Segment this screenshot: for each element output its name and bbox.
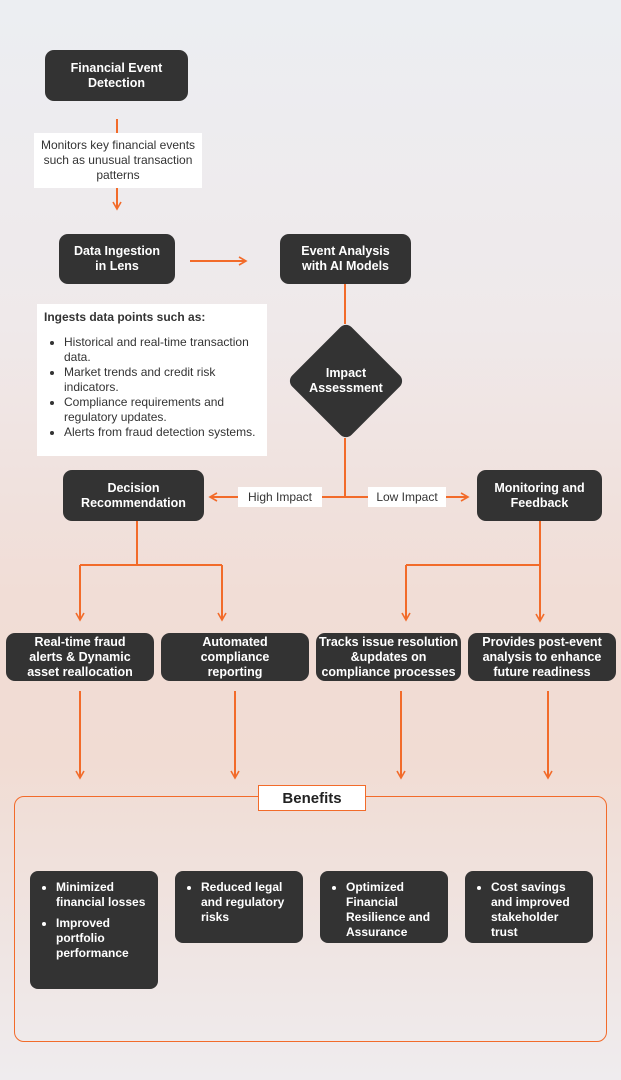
ingest-heading: Ingests data points such as: bbox=[44, 310, 206, 324]
node-impact-assessment: Impact Assessment bbox=[286, 321, 406, 441]
node-data-ingestion: Data Ingestion in Lens bbox=[59, 234, 175, 284]
node-decision-recommendation: Decision Recommendation bbox=[63, 470, 204, 521]
outcome-fraud-alerts: Real-time fraud alerts & Dynamic asset r… bbox=[6, 633, 154, 681]
benefit-item: Improved portfolio performance bbox=[56, 916, 150, 961]
node-financial-event-detection: Financial Event Detection bbox=[45, 50, 188, 101]
ingest-item: Compliance requirements and regulatory u… bbox=[64, 395, 261, 425]
benefit-list: Minimized financial losses Improved port… bbox=[30, 880, 150, 961]
impact-assessment-label: Impact Assessment bbox=[309, 366, 383, 395]
benefit-card: Optimized Financial Resilience and Assur… bbox=[320, 871, 448, 943]
benefit-card: Minimized financial losses Improved port… bbox=[30, 871, 158, 989]
benefit-card: Reduced legal and regulatory risks bbox=[175, 871, 303, 943]
label-monitors: Monitors key financial events such as un… bbox=[34, 133, 202, 188]
benefit-list: Reduced legal and regulatory risks bbox=[175, 880, 295, 925]
label-low-impact: Low Impact bbox=[368, 487, 446, 507]
benefit-card: Cost savings and improved stakeholder tr… bbox=[465, 871, 593, 943]
benefit-list: Optimized Financial Resilience and Assur… bbox=[320, 880, 440, 940]
benefit-item: Minimized financial losses bbox=[56, 880, 150, 910]
outcome-post-event-analysis: Provides post-event analysis to enhance … bbox=[468, 633, 616, 681]
ingest-list: Historical and real-time transaction dat… bbox=[44, 335, 261, 440]
ingest-item: Historical and real-time transaction dat… bbox=[64, 335, 261, 365]
node-monitoring-feedback: Monitoring and Feedback bbox=[477, 470, 602, 521]
benefit-item: Cost savings and improved stakeholder tr… bbox=[491, 880, 585, 940]
ingest-item: Alerts from fraud detection systems. bbox=[64, 425, 261, 440]
label-high-impact: High Impact bbox=[238, 487, 322, 507]
benefits-title: Benefits bbox=[258, 785, 366, 811]
ingest-data-points-panel: Ingests data points such as: Historical … bbox=[37, 304, 267, 456]
node-event-analysis: Event Analysis with AI Models bbox=[280, 234, 411, 284]
benefit-item: Reduced legal and regulatory risks bbox=[201, 880, 295, 925]
benefit-list: Cost savings and improved stakeholder tr… bbox=[465, 880, 585, 940]
ingest-item: Market trends and credit risk indicators… bbox=[64, 365, 261, 395]
benefit-item: Optimized Financial Resilience and Assur… bbox=[346, 880, 440, 940]
outcome-tracks-issue-resolution: Tracks issue resolution &updates on comp… bbox=[316, 633, 461, 681]
outcome-compliance-reporting: Automated compliance reporting bbox=[161, 633, 309, 681]
